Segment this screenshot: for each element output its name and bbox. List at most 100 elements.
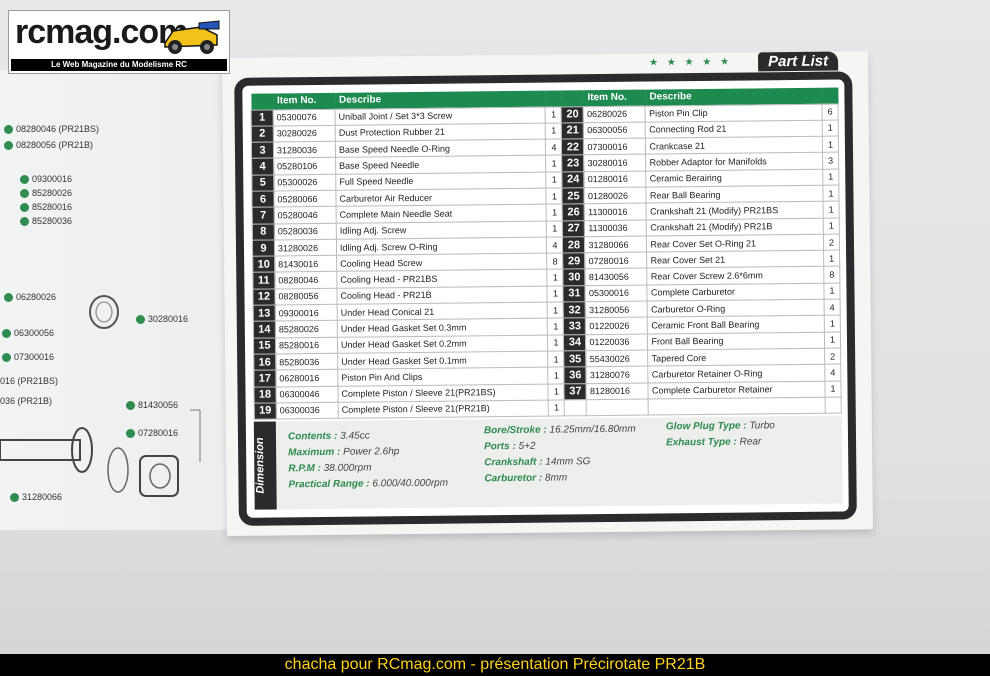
cell-desc: Ceramic Front Ball Bearing	[647, 315, 825, 334]
cell-item: 01220026	[585, 317, 648, 335]
cell-item: 05300026	[273, 174, 336, 191]
logo-subtitle: Le Web Magazine du Modelisme RC	[11, 59, 227, 71]
cell-item: 07300016	[583, 138, 647, 156]
cell-item: 30280016	[584, 154, 647, 172]
cell-qty: 1	[547, 301, 564, 319]
cell-qty: 1	[822, 168, 839, 186]
cell-item: 09300016	[275, 304, 338, 322]
cell-qty: 1	[824, 380, 842, 398]
cell-no: 9	[252, 239, 275, 257]
cell-item: 55430026	[586, 350, 649, 367]
cell-item: 31280066	[584, 235, 648, 253]
cell-no: 24	[562, 171, 585, 188]
spec-maximum: Maximum : Power 2.6hp	[288, 446, 400, 459]
cell-no: 16	[253, 353, 276, 371]
cell-qty: 1	[822, 185, 840, 202]
part-list-page: ★ ★ ★ ★ ★ Part List Item No. Describe It…	[222, 51, 873, 536]
cell-item: 06300056	[583, 121, 646, 139]
col-qty-header	[545, 90, 562, 107]
cell-no: 19	[254, 402, 277, 420]
col-no-header	[561, 90, 584, 107]
cell-no: 23	[562, 155, 585, 172]
cell-qty: 1	[547, 318, 564, 335]
cell-item: 81430056	[585, 268, 648, 286]
cell-item: 85280036	[275, 353, 338, 371]
cell-qty: 1	[546, 187, 563, 205]
cell-desc: Crankcase 21	[645, 136, 823, 155]
cell-qty: 1	[822, 136, 839, 153]
cell-qty: 1	[548, 350, 565, 368]
cell-item: 06280016	[275, 369, 338, 387]
cell-desc: Connecting Rod 21	[645, 120, 823, 139]
spec-exhaust: Exhaust Type : Rear	[665, 436, 762, 449]
cell-desc: Carburetor O-Ring	[647, 299, 825, 318]
spec-practical-range: Practical Range : 6.000/40.000rpm	[288, 477, 449, 491]
cell-qty: 1	[545, 122, 562, 140]
cell-qty: 1	[824, 331, 841, 349]
photo-scene: 08280046 (PR21BS) 08280056 (PR21B) 09300…	[0, 0, 990, 654]
cell-no: 20	[561, 106, 584, 123]
spec-bore-stroke: Bore/Stroke : 16.25mm/16.80mm	[483, 423, 636, 437]
cell-item	[586, 398, 649, 416]
cell-qty: 4	[545, 139, 563, 156]
cell-desc: Rear Ball Bearing	[646, 185, 824, 204]
cell-no: 34	[563, 334, 587, 351]
cell-qty: 8	[547, 253, 564, 270]
part-list-title: Part List	[757, 51, 839, 72]
cell-item: 05280046	[274, 206, 337, 224]
cell-desc: Rear Cover Set O-Ring 21	[646, 234, 824, 253]
left-page: 08280046 (PR21BS) 08280056 (PR21B) 09300…	[0, 70, 240, 530]
cell-qty: 1	[546, 155, 563, 172]
cell-qty: 2	[823, 233, 840, 251]
cell-no: 13	[253, 305, 276, 322]
cell-item: 01220036	[585, 333, 649, 351]
cell-qty: 3	[822, 152, 839, 169]
cell-no	[564, 399, 587, 417]
cell-desc: Rear Cover Screw 2.6*6mm	[647, 266, 824, 285]
cell-no: 32	[563, 301, 586, 319]
cell-item: 01280026	[584, 187, 647, 204]
col-describe-header: Describe	[645, 87, 823, 106]
cell-desc: Piston Pin Clip	[645, 103, 823, 122]
cell-qty: 1	[545, 106, 562, 123]
cell-qty: 1	[822, 119, 839, 137]
dimension-panel: Dimension Contents : 3.45cc Maximum : Po…	[253, 415, 843, 510]
cell-no: 4	[251, 158, 274, 175]
cell-no: 11	[252, 272, 275, 289]
cell-desc: Tapered Core	[648, 348, 825, 367]
cell-item: 05300076	[273, 108, 336, 126]
cell-no: 28	[562, 236, 586, 254]
engine-parts-drawing	[0, 295, 201, 497]
cell-no: 18	[253, 386, 277, 404]
cell-desc: Complete Carburetor Retainer	[648, 380, 826, 399]
cell-no: 37	[564, 383, 587, 400]
cell-qty: 1	[547, 334, 565, 352]
cell-item: 05300016	[585, 284, 648, 302]
cell-qty: 1	[548, 383, 565, 400]
spec-carburetor: Carburetor : 8mm	[484, 472, 568, 485]
cell-item: 30280026	[273, 125, 336, 143]
cell-no: 15	[253, 337, 276, 355]
rcmag-logo[interactable]: rcmag.com Le Web Magazine du Modelisme R…	[8, 10, 230, 74]
cell-desc: Complete Carburetor	[647, 282, 825, 302]
cell-qty: 4	[824, 364, 841, 381]
cell-no: 25	[562, 187, 585, 205]
cell-no: 10	[252, 256, 275, 273]
rc-car-icon	[164, 20, 220, 54]
cell-no: 7	[252, 207, 275, 224]
cell-qty: 1	[823, 250, 840, 267]
cell-qty: 1	[547, 285, 564, 303]
cell-item: 11300016	[584, 203, 647, 221]
cell-no: 14	[253, 321, 276, 338]
cell-qty: 1	[546, 171, 563, 189]
cell-no: 17	[253, 370, 276, 387]
parts-table: Item No. Describe Item No. Describe 1 053…	[250, 87, 842, 420]
cell-no: 8	[252, 223, 275, 241]
cell-no: 31	[563, 285, 586, 302]
cell-desc: Robber Adaptor for Manifolds	[646, 152, 823, 171]
cell-no: 29	[563, 252, 586, 270]
cell-no: 12	[252, 288, 276, 306]
cell-qty: 1	[548, 399, 565, 417]
dimension-label: Dimension	[253, 421, 277, 510]
cell-no: 36	[564, 366, 587, 384]
